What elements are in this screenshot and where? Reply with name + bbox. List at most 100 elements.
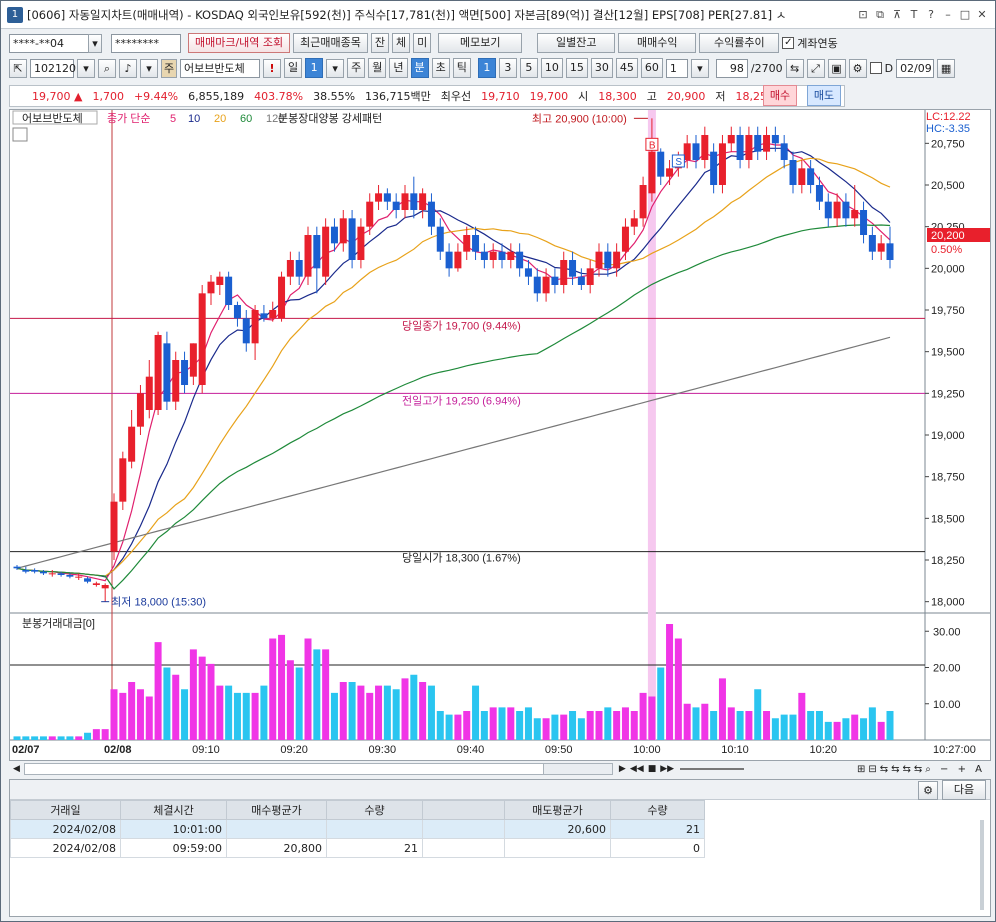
price-tick-label: 18,250: [931, 555, 965, 567]
candle-body: [225, 276, 233, 305]
link-icon[interactable]: ⊡: [856, 8, 870, 22]
close-icon[interactable]: ✕: [975, 8, 989, 22]
grid-scrollbar[interactable]: [980, 820, 984, 910]
table-row[interactable]: 2024/02/08 10:01:00 20,600 21: [10, 819, 705, 839]
zoom-slider[interactable]: [680, 768, 745, 770]
unexecuted-button[interactable]: 미: [413, 33, 432, 53]
stop-icon[interactable]: ■: [648, 764, 657, 774]
grid-settings-gear-icon[interactable]: ⚙: [918, 781, 938, 800]
interval-45[interactable]: 45: [615, 58, 638, 78]
return-trend-button[interactable]: 수익률추이: [699, 33, 780, 53]
volume-bar: [136, 689, 144, 740]
period-day[interactable]: 일: [284, 58, 303, 78]
volume-bar: [604, 707, 612, 740]
rewind-icon[interactable]: ◀◀: [630, 764, 644, 774]
period-second[interactable]: 초: [431, 58, 450, 78]
compare-icon[interactable]: ⇆: [785, 58, 804, 78]
password-field[interactable]: ********: [111, 33, 181, 53]
interval-30[interactable]: 30: [590, 58, 613, 78]
period-dropdown-icon[interactable]: ▾: [326, 58, 345, 78]
interval-15[interactable]: 15: [565, 58, 588, 78]
period-month[interactable]: 월: [368, 58, 387, 78]
window-list-icon[interactable]: ⧉: [873, 8, 887, 22]
alert-icon[interactable]: !: [263, 58, 281, 78]
fast-forward-icon[interactable]: ▶▶: [660, 764, 674, 774]
minimize-icon[interactable]: –: [941, 8, 955, 22]
tool-icon[interactable]: ⤢: [806, 58, 825, 78]
table-row[interactable]: 2024/02/08 09:59:00 20,800 21 0: [10, 838, 705, 858]
sell-button[interactable]: 매도: [807, 85, 841, 106]
volume-bar: [39, 736, 47, 740]
interval-5[interactable]: 5: [519, 58, 538, 78]
date-field[interactable]: 02/09: [896, 58, 935, 78]
title-bar: 1 [0606] 자동일지차트(매매내역) - KOSDAQ 외국인보유[592…: [1, 1, 995, 29]
next-button[interactable]: 다음: [942, 780, 986, 800]
candle-body: [815, 185, 823, 202]
period-day-count[interactable]: 1: [305, 58, 324, 78]
cell-sell-qty: 21: [610, 819, 705, 839]
volume-bar: [22, 736, 30, 740]
scrollbar[interactable]: [23, 763, 544, 775]
cell-buy-avg: 20,800: [226, 838, 327, 858]
interval-count-dropdown-icon[interactable]: ▾: [690, 58, 709, 78]
search-icon[interactable]: ⌕: [98, 58, 116, 78]
sound-icon[interactable]: ♪: [119, 58, 137, 78]
title-controls: ⊡ ⧉ ⊼ T ? – □ ✕: [856, 8, 989, 22]
buy-button[interactable]: 매수: [763, 85, 797, 106]
period-minute[interactable]: 분: [410, 58, 429, 78]
account-dropdown-icon[interactable]: ▾: [88, 33, 102, 53]
volume-bar: [278, 634, 286, 740]
interval-count-field[interactable]: 1: [665, 58, 688, 78]
trade-profit-button[interactable]: 매매수익: [618, 33, 697, 53]
chart-select-icon[interactable]: ⇱: [9, 58, 27, 78]
period-tick[interactable]: 틱: [452, 58, 471, 78]
play-icon[interactable]: ▶: [619, 764, 626, 774]
stock-code-field[interactable]: 102120: [30, 58, 76, 78]
font-size-icon[interactable]: T: [907, 8, 921, 22]
save-icon[interactable]: ▣: [827, 58, 846, 78]
balance-button[interactable]: 잔: [370, 33, 390, 53]
interval-3[interactable]: 3: [498, 58, 517, 78]
settings-gear-icon[interactable]: ⚙: [848, 58, 867, 78]
recent-trades-button[interactable]: 최근매매종목: [293, 33, 368, 53]
period-week[interactable]: 주: [347, 58, 366, 78]
candle-body: [842, 201, 850, 219]
chart-tools-icons[interactable]: ⊞⊟⇆⇆⇆⇆⌕ − + A: [857, 764, 985, 775]
interval-1[interactable]: 1: [477, 58, 496, 78]
scrollbar-thumb[interactable]: [542, 763, 613, 775]
date-checkbox[interactable]: [869, 62, 882, 74]
account-link-checkbox[interactable]: ✓: [782, 37, 795, 49]
time-tick-label: 10:00: [633, 744, 661, 756]
chart-panel[interactable]: 20,750 20,500 20,250 20,000 19,750 19,500 19,2…: [9, 109, 991, 761]
trade-mark-button[interactable]: 매매마크/내역 조회: [188, 33, 291, 53]
executed-button[interactable]: 체: [392, 33, 411, 53]
account-link-label: 계좌연동: [797, 37, 838, 50]
pin-icon[interactable]: ⊼: [890, 8, 904, 22]
candle-body: [569, 260, 577, 277]
volume-bar: [181, 689, 189, 740]
price-change: 1,700: [92, 89, 124, 103]
interval-10[interactable]: 10: [540, 58, 563, 78]
maximize-icon[interactable]: □: [958, 8, 972, 22]
calendar-icon[interactable]: ▦: [937, 58, 956, 78]
more-dropdown-icon[interactable]: ▾: [140, 58, 158, 78]
interval-60[interactable]: 60: [640, 58, 663, 78]
candle-body: [39, 571, 47, 574]
bars-shown-field[interactable]: 98: [715, 58, 748, 78]
period-year[interactable]: 년: [389, 58, 408, 78]
help-icon[interactable]: ?: [924, 8, 938, 22]
chart-stock-label: 어보브반도체: [22, 112, 83, 125]
cell-time: 10:01:00: [120, 819, 227, 839]
price-tick-label: 20,750: [931, 138, 965, 150]
volume-bar: [163, 667, 171, 740]
memo-button[interactable]: 메모보기: [438, 33, 523, 53]
scroll-left-icon[interactable]: ◀: [13, 764, 20, 774]
stock-name-field[interactable]: 어보브반도체: [180, 58, 260, 78]
account-field[interactable]: ****-**04: [9, 33, 89, 53]
candle-body: [101, 585, 109, 589]
daily-balance-button[interactable]: 일별잔고: [537, 33, 616, 53]
code-dropdown-icon[interactable]: ▾: [77, 58, 95, 78]
price-chart-svg[interactable]: 20,75020,50020,25020,00019,75019,50019,2…: [10, 110, 990, 760]
candle-body: [260, 313, 268, 319]
candle-body: [586, 268, 594, 285]
